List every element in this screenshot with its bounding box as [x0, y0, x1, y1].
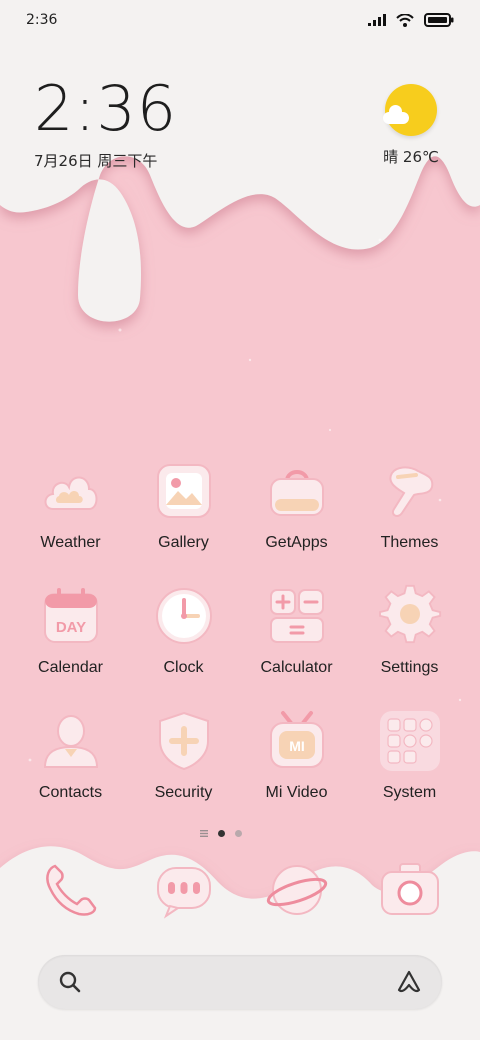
settings-icon — [377, 583, 443, 649]
signal-icon — [368, 14, 386, 26]
svg-text:MI: MI — [289, 738, 305, 754]
page-dot — [235, 830, 242, 837]
camera-icon — [380, 863, 439, 915]
app-label: Mi Video — [265, 784, 328, 801]
app-label: Settings — [380, 659, 439, 676]
svg-text:DAY: DAY — [55, 619, 85, 636]
home-screen: 2:36 2:36 7月26日 周三下午 晴 26℃ Weather Galle… — [0, 0, 480, 1040]
app-grid: Weather Gallery GetApps Themes DAY Calen… — [14, 458, 466, 816]
app-label: Themes — [380, 534, 439, 551]
search-bar[interactable] — [38, 955, 442, 1009]
gallery-icon — [151, 458, 217, 524]
app-mi-video[interactable]: MI Mi Video — [240, 708, 353, 816]
mi-video-icon: MI — [264, 708, 330, 774]
page-dot-active — [218, 830, 225, 837]
app-system-folder[interactable]: System — [353, 708, 466, 816]
battery-icon — [424, 13, 454, 27]
app-calendar[interactable]: DAY Calendar — [14, 583, 127, 691]
system-folder-icon — [377, 708, 443, 774]
app-themes[interactable]: Themes — [353, 458, 466, 566]
status-bar: 2:36 — [0, 0, 480, 40]
sun-cloud-icon — [383, 84, 437, 136]
app-contacts[interactable]: Contacts — [14, 708, 127, 816]
weather-widget[interactable]: 晴 26℃ — [376, 84, 446, 167]
dock-browser[interactable] — [240, 858, 353, 922]
clock-icon — [151, 583, 217, 649]
app-label: Calculator — [260, 659, 333, 676]
calculator-icon — [264, 583, 330, 649]
widget-time: 2:36 — [34, 72, 178, 145]
app-calculator[interactable]: Calculator — [240, 583, 353, 691]
status-icons — [368, 13, 454, 27]
app-label: System — [382, 784, 437, 801]
contacts-icon — [38, 708, 104, 774]
browser-icon — [266, 865, 327, 915]
dock-messages[interactable] — [127, 858, 240, 922]
app-label: Gallery — [158, 534, 209, 551]
app-clock[interactable]: Clock — [127, 583, 240, 691]
assistant-icon[interactable] — [396, 969, 422, 995]
app-drawer-lines-icon — [200, 830, 208, 837]
messages-icon — [156, 867, 211, 919]
app-label: Calendar — [38, 659, 103, 676]
app-label: Security — [154, 784, 213, 801]
getapps-icon — [264, 458, 330, 524]
weather-condition-temp: 晴 26℃ — [383, 148, 439, 166]
dock — [14, 858, 466, 922]
app-label: Weather — [40, 534, 101, 551]
app-label: Contacts — [38, 784, 103, 801]
security-icon — [151, 708, 217, 774]
themes-icon — [377, 458, 443, 524]
widget-date: 7月26日 周三下午 — [34, 152, 158, 170]
app-label: Clock — [163, 659, 204, 676]
wifi-icon — [396, 13, 414, 27]
phone-icon — [45, 864, 96, 916]
app-security[interactable]: Security — [127, 708, 240, 816]
calendar-icon: DAY — [38, 583, 104, 649]
app-weather[interactable]: Weather — [14, 458, 127, 566]
page-indicator[interactable] — [200, 830, 242, 837]
dock-camera[interactable] — [353, 858, 466, 922]
app-gallery[interactable]: Gallery — [127, 458, 240, 566]
weather-icon — [38, 458, 104, 524]
app-label: GetApps — [265, 534, 328, 551]
search-icon[interactable] — [58, 970, 82, 994]
app-getapps[interactable]: GetApps — [240, 458, 353, 566]
clock-widget[interactable]: 2:36 7月26日 周三下午 — [34, 78, 177, 171]
status-time: 2:36 — [26, 12, 58, 28]
app-settings[interactable]: Settings — [353, 583, 466, 691]
dock-phone[interactable] — [14, 858, 127, 922]
